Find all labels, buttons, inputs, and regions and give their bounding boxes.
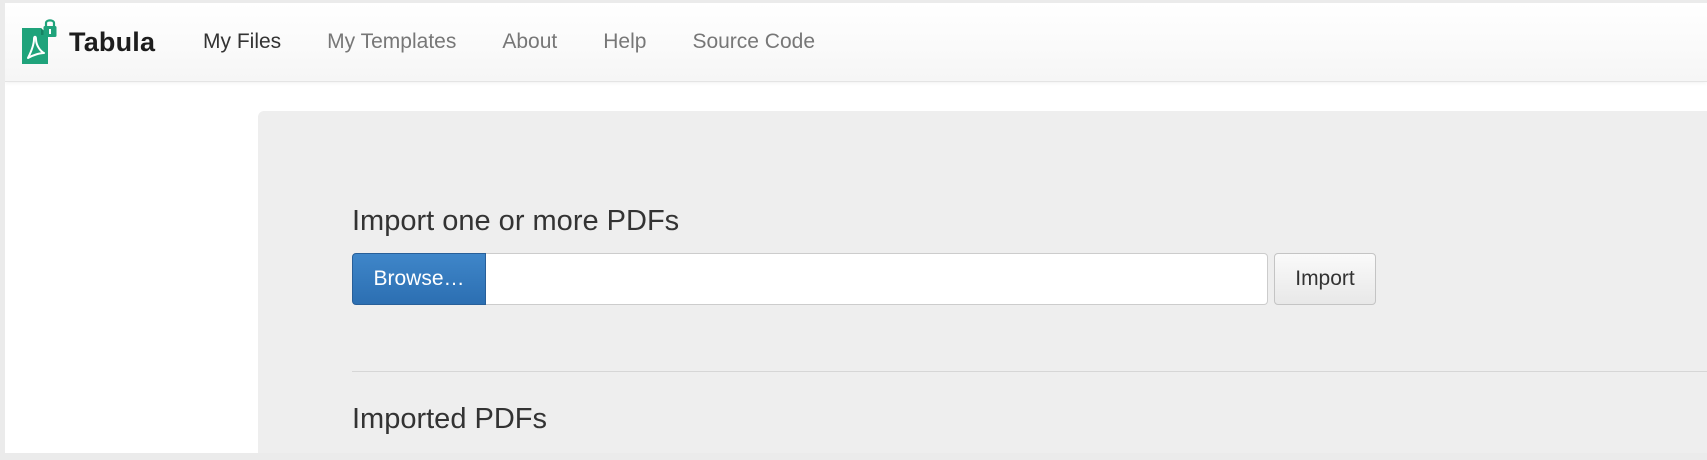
top-navbar: Tabula My Files My Templates About Help … [5,3,1707,82]
nav-about[interactable]: About [502,30,557,54]
browse-button[interactable]: Browse… [352,253,486,305]
file-path-input[interactable] [486,253,1268,305]
nav-help[interactable]: Help [603,30,646,54]
nav-my-templates[interactable]: My Templates [327,30,456,54]
section-divider [352,371,1707,372]
brand[interactable]: Tabula [19,17,155,67]
import-panel: Import one or more PDFs Browse… Import I… [258,111,1707,453]
imported-pdfs-title: Imported PDFs [352,403,547,435]
tabula-logo-icon [22,19,57,64]
nav-source-code[interactable]: Source Code [692,30,815,54]
import-button[interactable]: Import [1274,253,1376,305]
page: Tabula My Files My Templates About Help … [5,3,1707,453]
main-nav: My Files My Templates About Help Source … [203,3,861,81]
brand-name: Tabula [69,26,156,57]
import-title: Import one or more PDFs [352,205,680,237]
file-upload-row: Browse… Import [352,253,1376,305]
nav-my-files[interactable]: My Files [203,30,281,54]
